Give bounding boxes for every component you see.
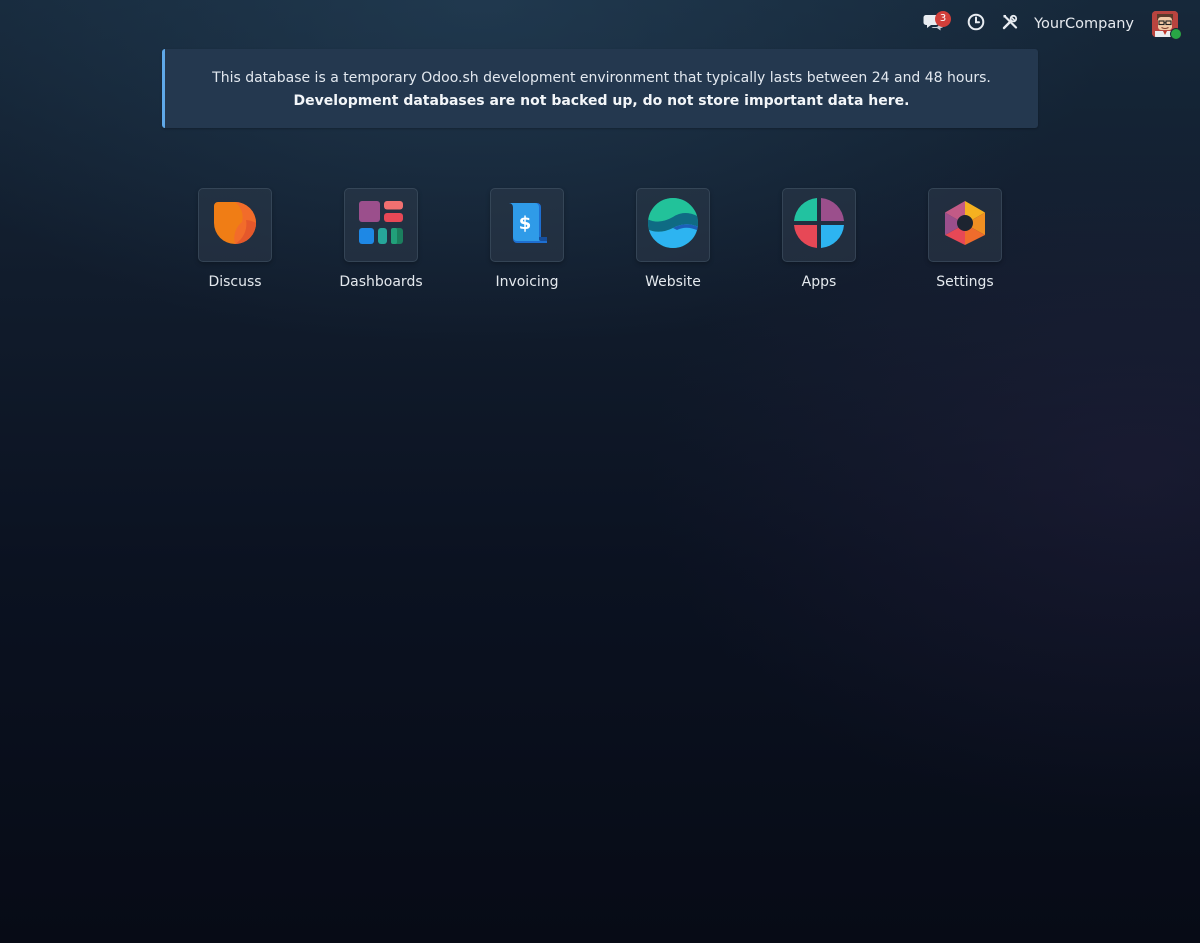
company-name: YourCompany <box>1034 16 1134 32</box>
app-tile[interactable] <box>782 188 856 262</box>
dev-environment-alert: This database is a temporary Odoo.sh dev… <box>162 49 1038 128</box>
company-switcher[interactable]: YourCompany <box>1034 0 1134 48</box>
app-settings[interactable]: Settings <box>892 188 1038 290</box>
website-icon <box>647 197 699 253</box>
app-label: Invoicing <box>495 274 559 290</box>
app-apps[interactable]: Apps <box>746 188 892 290</box>
app-launcher-grid: Discuss Dashboards $ Invoicing Website A… <box>162 188 1038 290</box>
debug-menu-button[interactable] <box>996 0 1024 48</box>
app-tile[interactable] <box>344 188 418 262</box>
invoicing-icon: $ <box>503 199 551 251</box>
messaging-menu-button[interactable]: 3 <box>916 0 952 48</box>
app-discuss[interactable]: Discuss <box>162 188 308 290</box>
app-label: Website <box>645 274 701 290</box>
online-status-indicator <box>1170 28 1182 40</box>
unread-messages-badge: 3 <box>935 11 952 27</box>
user-avatar <box>1152 11 1182 40</box>
clock-icon <box>967 13 985 35</box>
app-tile[interactable]: $ <box>490 188 564 262</box>
settings-icon <box>943 200 987 250</box>
top-navbar: 3 YourCompany <box>916 0 1200 48</box>
alert-warning: Development databases are not backed up,… <box>293 93 910 109</box>
discuss-icon <box>212 200 258 250</box>
user-menu-button[interactable] <box>1150 0 1182 48</box>
activity-menu-button[interactable] <box>962 0 990 48</box>
app-label: Dashboards <box>339 274 423 290</box>
app-tile[interactable] <box>928 188 1002 262</box>
alert-message: This database is a temporary Odoo.sh dev… <box>212 70 991 86</box>
app-tile[interactable] <box>198 188 272 262</box>
app-label: Apps <box>801 274 837 290</box>
apps-icon <box>792 196 846 254</box>
app-tile[interactable] <box>636 188 710 262</box>
app-invoicing[interactable]: $ Invoicing <box>454 188 600 290</box>
svg-text:$: $ <box>519 213 532 234</box>
tools-icon <box>1001 13 1019 35</box>
app-label: Settings <box>936 274 994 290</box>
app-dashboards[interactable]: Dashboards <box>308 188 454 290</box>
app-website[interactable]: Website <box>600 188 746 290</box>
app-label: Discuss <box>208 274 262 290</box>
dashboards-icon <box>358 200 404 250</box>
